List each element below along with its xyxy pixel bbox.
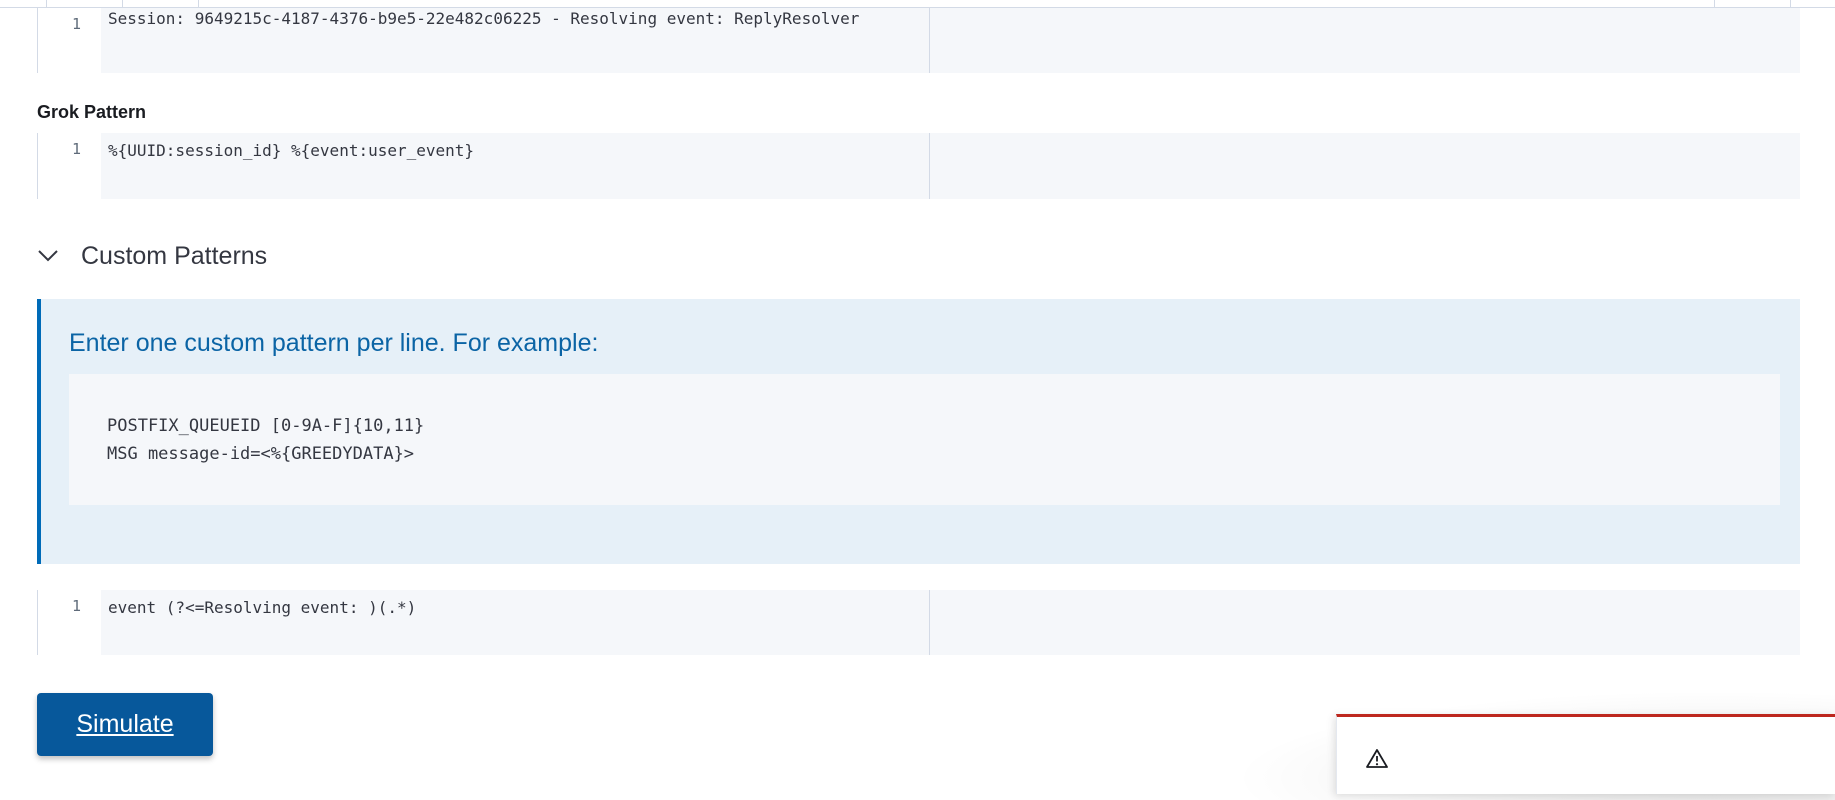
error-toast[interactable] [1336,714,1835,794]
print-margin [929,8,930,73]
grok-pattern-code-area[interactable]: %{UUID:session_id} %{event:user_event} [101,133,1800,199]
custom-patterns-code[interactable]: event (?<=Resolving event: )(.*) [108,598,416,617]
custom-patterns-code-area[interactable]: event (?<=Resolving event: )(.*) [101,590,1800,655]
example-code-block: POSTFIX_QUEUEID [0-9A-F]{10,11} MSG mess… [69,374,1780,505]
header-divider [1790,0,1791,8]
header-divider [1714,0,1715,8]
line-number-gutter: 1 [37,590,101,655]
header-divider [122,0,123,8]
custom-patterns-editor[interactable]: 1 event (?<=Resolving event: )(.*) [37,590,1800,655]
example-line: MSG message-id=<%{GREEDYDATA}> [107,444,415,464]
print-margin [929,590,930,655]
line-number: 1 [71,597,81,615]
grok-pattern-editor[interactable]: 1 %{UUID:session_id} %{event:user_event} [37,133,1800,199]
line-number: 1 [71,15,81,33]
simulate-button[interactable]: Simulate [37,693,213,756]
custom-patterns-title[interactable]: Custom Patterns [81,242,267,271]
line-number-gutter: 1 [37,8,101,73]
sample-data-editor[interactable]: 1 Session: 9649215c-4187-4376-b9e5-22e48… [37,8,1800,73]
sample-data-code[interactable]: Session: 9649215c-4187-4376-b9e5-22e482c… [108,9,859,28]
top-header-strip [0,0,1835,8]
sample-data-code-area[interactable]: Session: 9649215c-4187-4376-b9e5-22e482c… [101,8,1800,73]
custom-patterns-callout: Enter one custom pattern per line. For e… [37,299,1800,564]
print-margin [929,133,930,199]
grok-pattern-label: Grok Pattern [37,102,147,122]
line-number: 1 [71,140,81,158]
grok-pattern-code[interactable]: %{UUID:session_id} %{event:user_event} [108,141,474,160]
warning-icon [1365,747,1389,771]
example-line: POSTFIX_QUEUEID [0-9A-F]{10,11} [107,416,425,436]
chevron-down-icon[interactable] [37,238,73,274]
custom-patterns-toggle[interactable]: Custom Patterns [37,238,267,274]
line-number-gutter: 1 [37,133,101,199]
callout-title: Enter one custom pattern per line. For e… [69,329,599,357]
header-divider [198,0,199,8]
header-divider [46,0,47,8]
